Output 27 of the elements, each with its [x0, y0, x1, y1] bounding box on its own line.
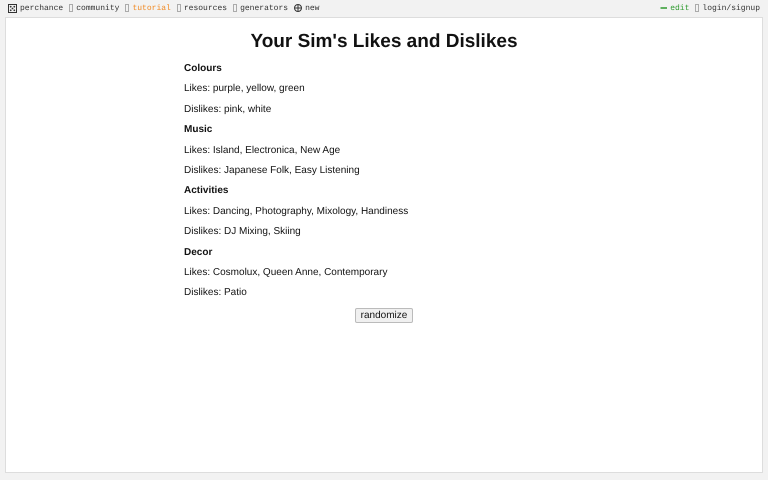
nav-link[interactable]: resources [176, 4, 228, 12]
preference-line: Dislikes: Japanese Folk, Easy Listening [184, 164, 361, 178]
globe-icon [294, 4, 302, 12]
die-icon [8, 4, 17, 12]
nav-link[interactable]: community [69, 4, 120, 12]
nav-link[interactable]: new [294, 4, 320, 12]
page-title: Your Sim's Likes and Dislikes [250, 31, 518, 53]
nav-link[interactable]: login/signup [695, 4, 760, 12]
nav-link[interactable]: generators [233, 4, 288, 12]
box-icon [695, 4, 700, 12]
section-heading: Music [184, 123, 214, 138]
box-icon [233, 4, 238, 12]
preference-line: Likes: Island, Electronica, New Age [184, 144, 342, 158]
box-icon [125, 4, 130, 12]
nav-link[interactable]: perchance [8, 4, 64, 12]
preference-line: Likes: purple, yellow, green [184, 82, 306, 96]
preference-line: Dislikes: DJ Mixing, Skiing [184, 225, 302, 240]
box-icon [176, 4, 181, 12]
section-heading: Colours [184, 62, 223, 76]
randomize-button[interactable]: randomize [354, 308, 414, 323]
preference-line: Likes: Dancing, Photography, Mixology, Handiness [184, 204, 410, 219]
section-heading: Decor [184, 246, 214, 260]
preference-line: Likes: Cosmolux, Queen Anne, Contemporary [184, 266, 388, 280]
preference-line: Dislikes: pink, white [184, 102, 272, 117]
preference-line: Dislikes: Patio [184, 286, 248, 300]
section-heading: Activities [184, 184, 230, 198]
box-icon [69, 4, 74, 12]
